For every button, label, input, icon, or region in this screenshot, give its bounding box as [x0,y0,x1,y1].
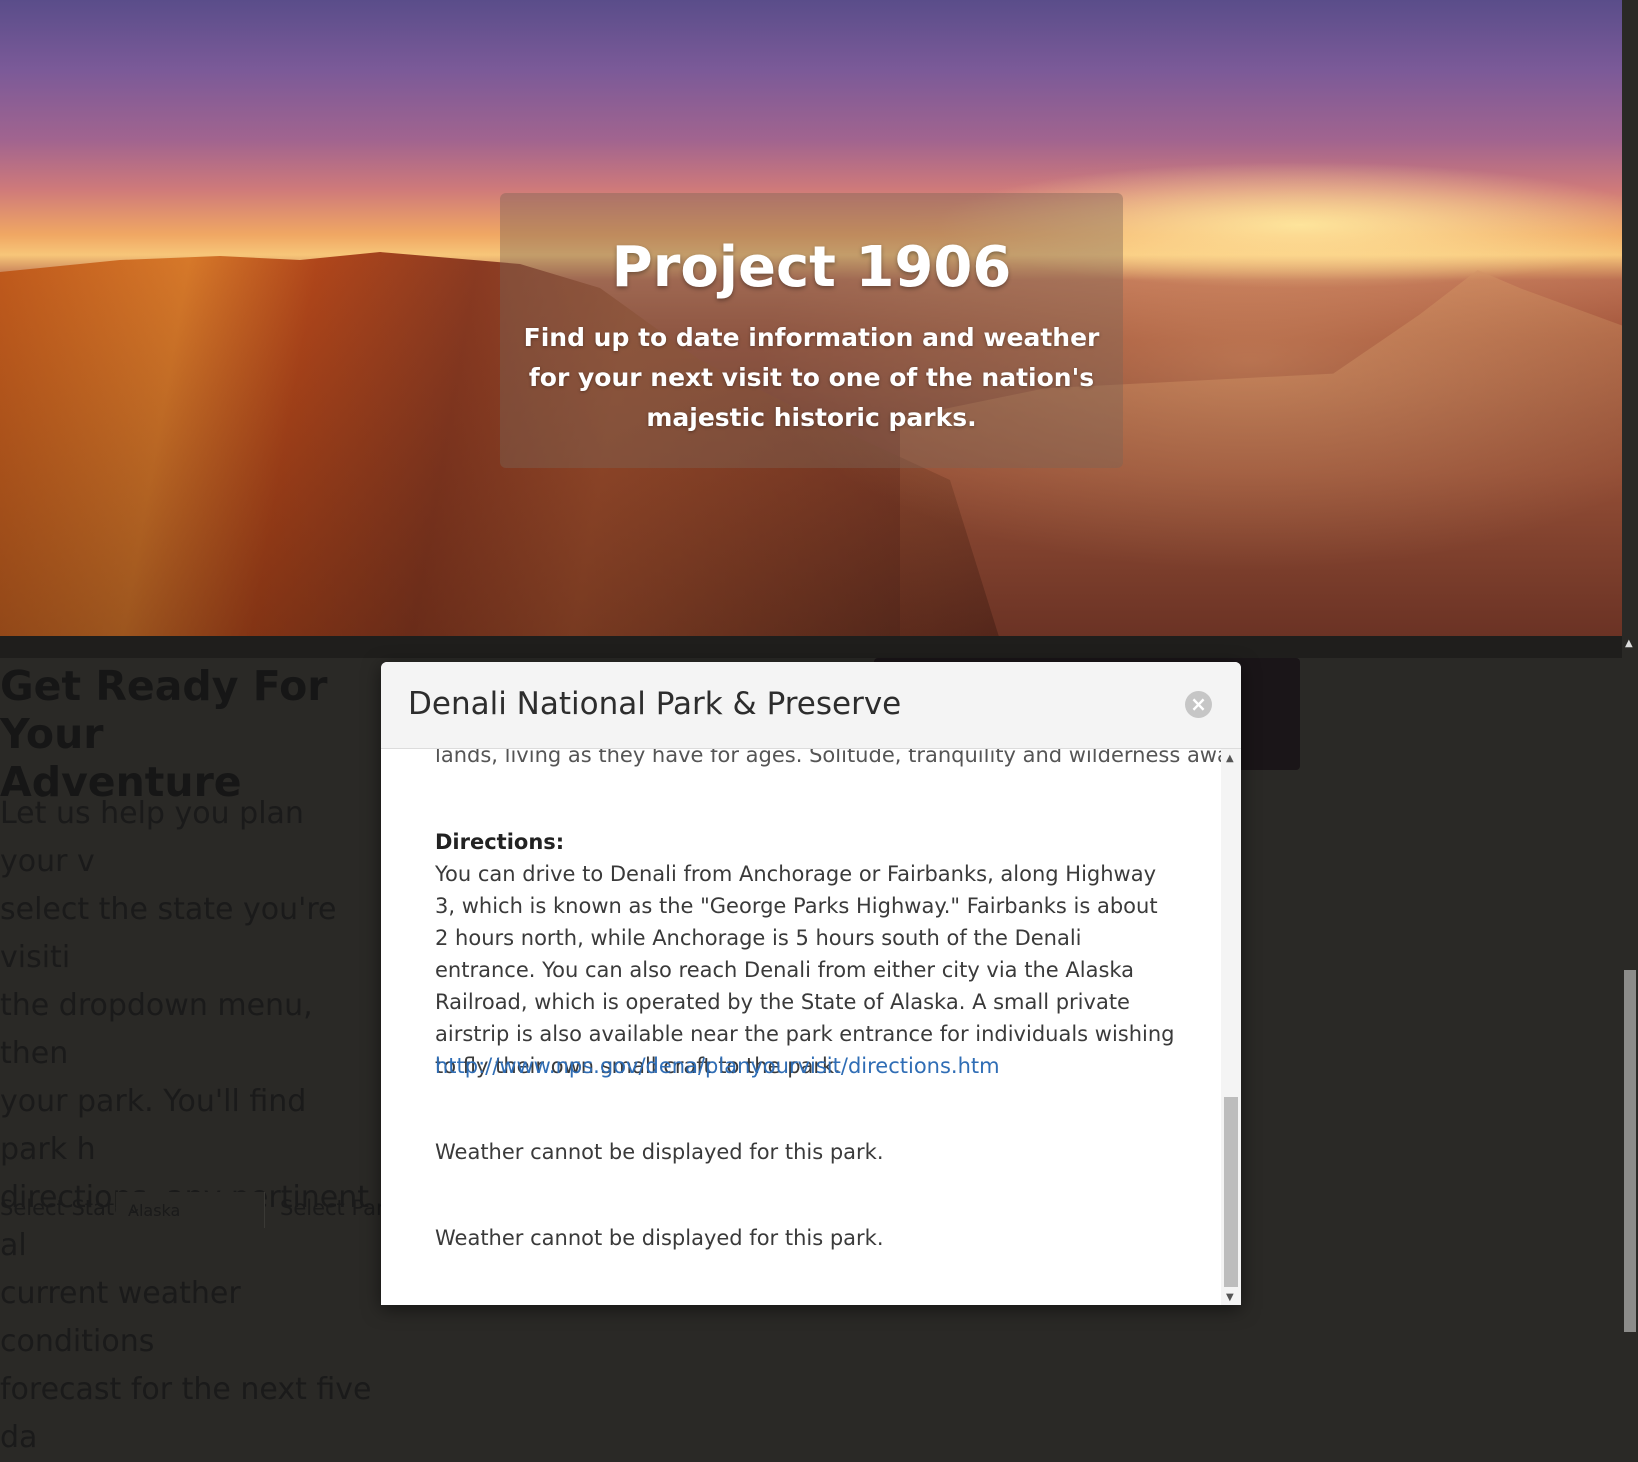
scroll-down-arrow-icon[interactable]: ▼ [1226,1292,1234,1303]
scroll-up-arrow-icon[interactable]: ▲ [1226,753,1234,764]
weather-message-current: Weather cannot be displayed for this par… [435,1140,884,1164]
modal-body: lands, living as they have for ages. Sol… [381,749,1221,1305]
page-scrollbar[interactable]: ▲ [1622,636,1638,1332]
park-description-tail: lands, living as they have for ages. Sol… [435,749,1221,767]
intro-text: Let us help you plan your v select the s… [0,796,372,1455]
hero-divider [0,636,1622,658]
park-select-label: Select Park [280,1196,397,1220]
state-dropdown[interactable]: Alaska ⌄ [116,1192,265,1228]
directions-text: You can drive to Denali from Anchorage o… [435,862,1175,1078]
chevron-down-icon: ⌄ [128,1198,142,1217]
site-subtitle: Find up to date information and weather … [523,323,1100,432]
modal-header: Denali National Park & Preserve × [381,662,1241,749]
directions-heading: Directions: [435,830,565,854]
close-icon[interactable]: × [1185,691,1212,718]
modal-scrollbar-thumb[interactable] [1224,1097,1238,1287]
intro-heading: Get Ready For Your Adventure [0,662,328,806]
hero-title-card: Project 1906 Find up to date information… [500,193,1123,468]
hero-banner: Project 1906 Find up to date information… [0,0,1622,636]
modal-title: Denali National Park & Preserve [408,686,902,722]
modal-scrollbar[interactable]: ▲ ▼ [1221,749,1241,1305]
park-details-modal: Denali National Park & Preserve × lands,… [381,662,1241,1305]
scroll-up-arrow-icon[interactable]: ▲ [1625,638,1633,649]
page-scrollbar-thumb[interactable] [1624,970,1636,1332]
site-title: Project 1906 [611,235,1012,300]
weather-message-forecast: Weather cannot be displayed for this par… [435,1226,884,1250]
directions-link[interactable]: http://www.nps.gov/dena/planyourvisit/di… [435,1050,1175,1082]
state-select-label: Select State [0,1196,128,1220]
